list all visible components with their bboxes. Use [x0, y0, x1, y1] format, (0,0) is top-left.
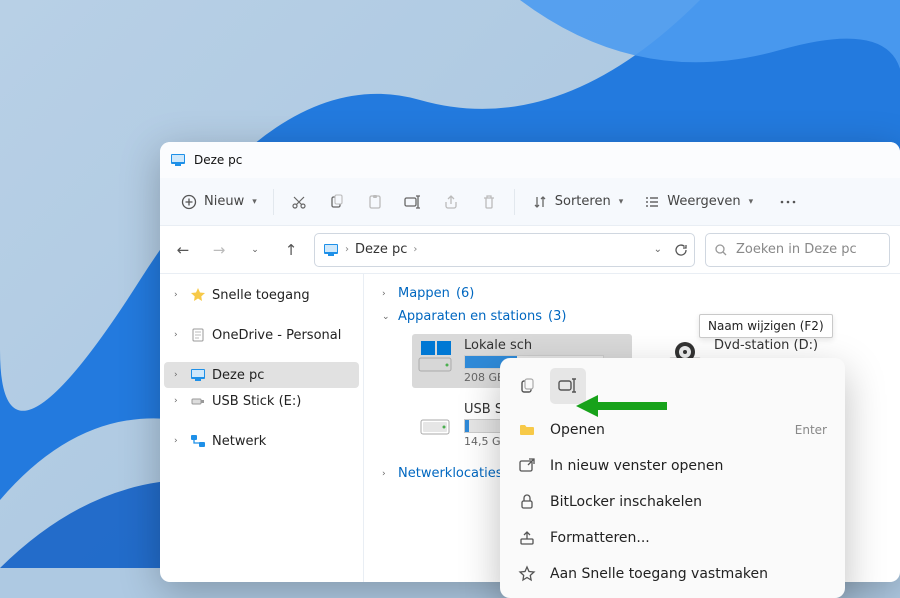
cloud-doc-icon — [190, 327, 206, 343]
chevron-down-icon: ▾ — [749, 197, 754, 207]
search-placeholder: Zoeken in Deze pc — [736, 242, 857, 257]
chevron-right-icon: › — [382, 289, 392, 299]
drive-label: Lokale sch — [464, 338, 628, 353]
chevron-down-icon: ▾ — [619, 197, 624, 207]
group-mappen[interactable]: › Mappen (6) — [382, 282, 882, 305]
chevron-right-icon: › — [174, 370, 184, 380]
trash-icon — [480, 193, 498, 211]
more-icon — [779, 193, 797, 211]
chevron-down-icon: ⌄ — [382, 312, 392, 322]
sidebar-item-netwerk[interactable]: › Netwerk — [164, 428, 359, 454]
window-title: Deze pc — [194, 153, 242, 167]
usb-drive-icon — [416, 402, 454, 440]
scissors-icon — [290, 193, 308, 211]
view-icon — [643, 193, 661, 211]
sidebar-item-onedrive-personal[interactable]: › OneDrive - Personal — [164, 322, 359, 348]
search-icon — [714, 243, 728, 257]
window-icon — [170, 152, 186, 168]
sidebar-item-label: Netwerk — [212, 434, 266, 449]
annotation-arrow — [572, 392, 672, 422]
sidebar-item-label: Deze pc — [212, 368, 264, 383]
format-icon — [518, 529, 536, 547]
share-icon — [442, 193, 460, 211]
lock-icon — [518, 493, 536, 511]
monitor-icon — [190, 367, 206, 383]
usb-icon — [190, 393, 206, 409]
sort-icon — [531, 193, 549, 211]
titlebar[interactable]: Deze pc — [160, 142, 900, 178]
ctx-item-label: Openen — [550, 422, 605, 438]
sidebar: › Snelle toegang › OneDrive - Personal › Deze… — [160, 274, 364, 582]
ctx-aan-snelle-toegang-vastmaken[interactable]: Aan Snelle toegang vastmaken — [506, 556, 839, 592]
rename-icon — [404, 193, 422, 211]
chevron-right-icon: › — [413, 244, 417, 255]
ctx-copy-button[interactable] — [510, 368, 546, 404]
sidebar-item-label: Snelle toegang — [212, 288, 310, 303]
copy-button[interactable] — [318, 187, 356, 217]
address-bar[interactable]: › Deze pc › ⌄ — [314, 233, 695, 267]
toolbar: Nieuw ▾ Sorteren▾ Weergeven▾ — [160, 178, 900, 226]
plus-icon — [180, 193, 198, 211]
refresh-icon[interactable] — [674, 243, 688, 257]
ctx-bitlocker-inschakelen[interactable]: BitLocker inschakelen — [506, 484, 839, 520]
address-bar-row: ← → ⌄ ↑ › Deze pc › ⌄ Zoeken in Deze pc — [160, 226, 900, 274]
chevron-right-icon: › — [382, 469, 392, 479]
rename-button[interactable] — [394, 187, 432, 217]
paste-icon — [366, 193, 384, 211]
sort-button[interactable]: Sorteren▾ — [521, 187, 633, 217]
search-input[interactable]: Zoeken in Deze pc — [705, 233, 890, 267]
nav-recent[interactable]: ⌄ — [242, 237, 268, 263]
star-icon — [190, 287, 206, 303]
folder-open-icon — [518, 421, 536, 439]
sidebar-item-label: USB Stick (E:) — [212, 394, 301, 409]
ctx-item-label: Formatteren... — [550, 530, 650, 546]
ctx-formatteren-[interactable]: Formatteren... — [506, 520, 839, 556]
view-button[interactable]: Weergeven▾ — [633, 187, 763, 217]
divider — [273, 189, 274, 215]
context-menu: Openen Enter In nieuw venster openen BitLoc… — [500, 358, 845, 598]
ctx-shortcut: Enter — [795, 423, 827, 437]
chevron-right-icon: › — [174, 396, 184, 406]
delete-button[interactable] — [470, 187, 508, 217]
nav-up[interactable]: ↑ — [278, 237, 304, 263]
ctx-in-nieuw-venster-openen[interactable]: In nieuw venster openen — [506, 448, 839, 484]
sidebar-item-snelle-toegang[interactable]: › Snelle toegang — [164, 282, 359, 308]
chevron-right-icon: › — [174, 436, 184, 446]
more-button[interactable] — [769, 187, 807, 217]
monitor-icon — [323, 242, 339, 258]
breadcrumb[interactable]: Deze pc — [355, 242, 407, 257]
chevron-down-icon: ▾ — [252, 197, 257, 207]
new-window-icon — [518, 457, 536, 475]
tooltip-rename: Naam wijzigen (F2) — [699, 314, 833, 338]
sidebar-item-label: OneDrive - Personal — [212, 328, 341, 343]
new-button[interactable]: Nieuw ▾ — [170, 187, 267, 217]
share-button[interactable] — [432, 187, 470, 217]
ctx-openen[interactable]: Openen Enter — [506, 412, 839, 448]
context-icon-row — [506, 364, 839, 412]
nav-forward[interactable]: → — [206, 237, 232, 263]
cut-button[interactable] — [280, 187, 318, 217]
ctx-item-label: BitLocker inschakelen — [550, 494, 702, 510]
drive-label: Dvd-station (D:) — [714, 338, 878, 353]
divider — [514, 189, 515, 215]
copy-icon — [328, 193, 346, 211]
chevron-right-icon: › — [174, 330, 184, 340]
ctx-item-label: Aan Snelle toegang vastmaken — [550, 566, 768, 582]
ctx-item-label: In nieuw venster openen — [550, 458, 723, 474]
chevron-right-icon: › — [174, 290, 184, 300]
chevron-down-icon[interactable]: ⌄ — [654, 244, 662, 255]
sidebar-item-deze-pc[interactable]: › Deze pc — [164, 362, 359, 388]
drive-icon — [416, 338, 454, 376]
nav-back[interactable]: ← — [170, 237, 196, 263]
paste-button[interactable] — [356, 187, 394, 217]
network-icon — [190, 433, 206, 449]
chevron-right-icon: › — [345, 244, 349, 255]
sidebar-item-usb-stick-e-[interactable]: › USB Stick (E:) — [164, 388, 359, 414]
